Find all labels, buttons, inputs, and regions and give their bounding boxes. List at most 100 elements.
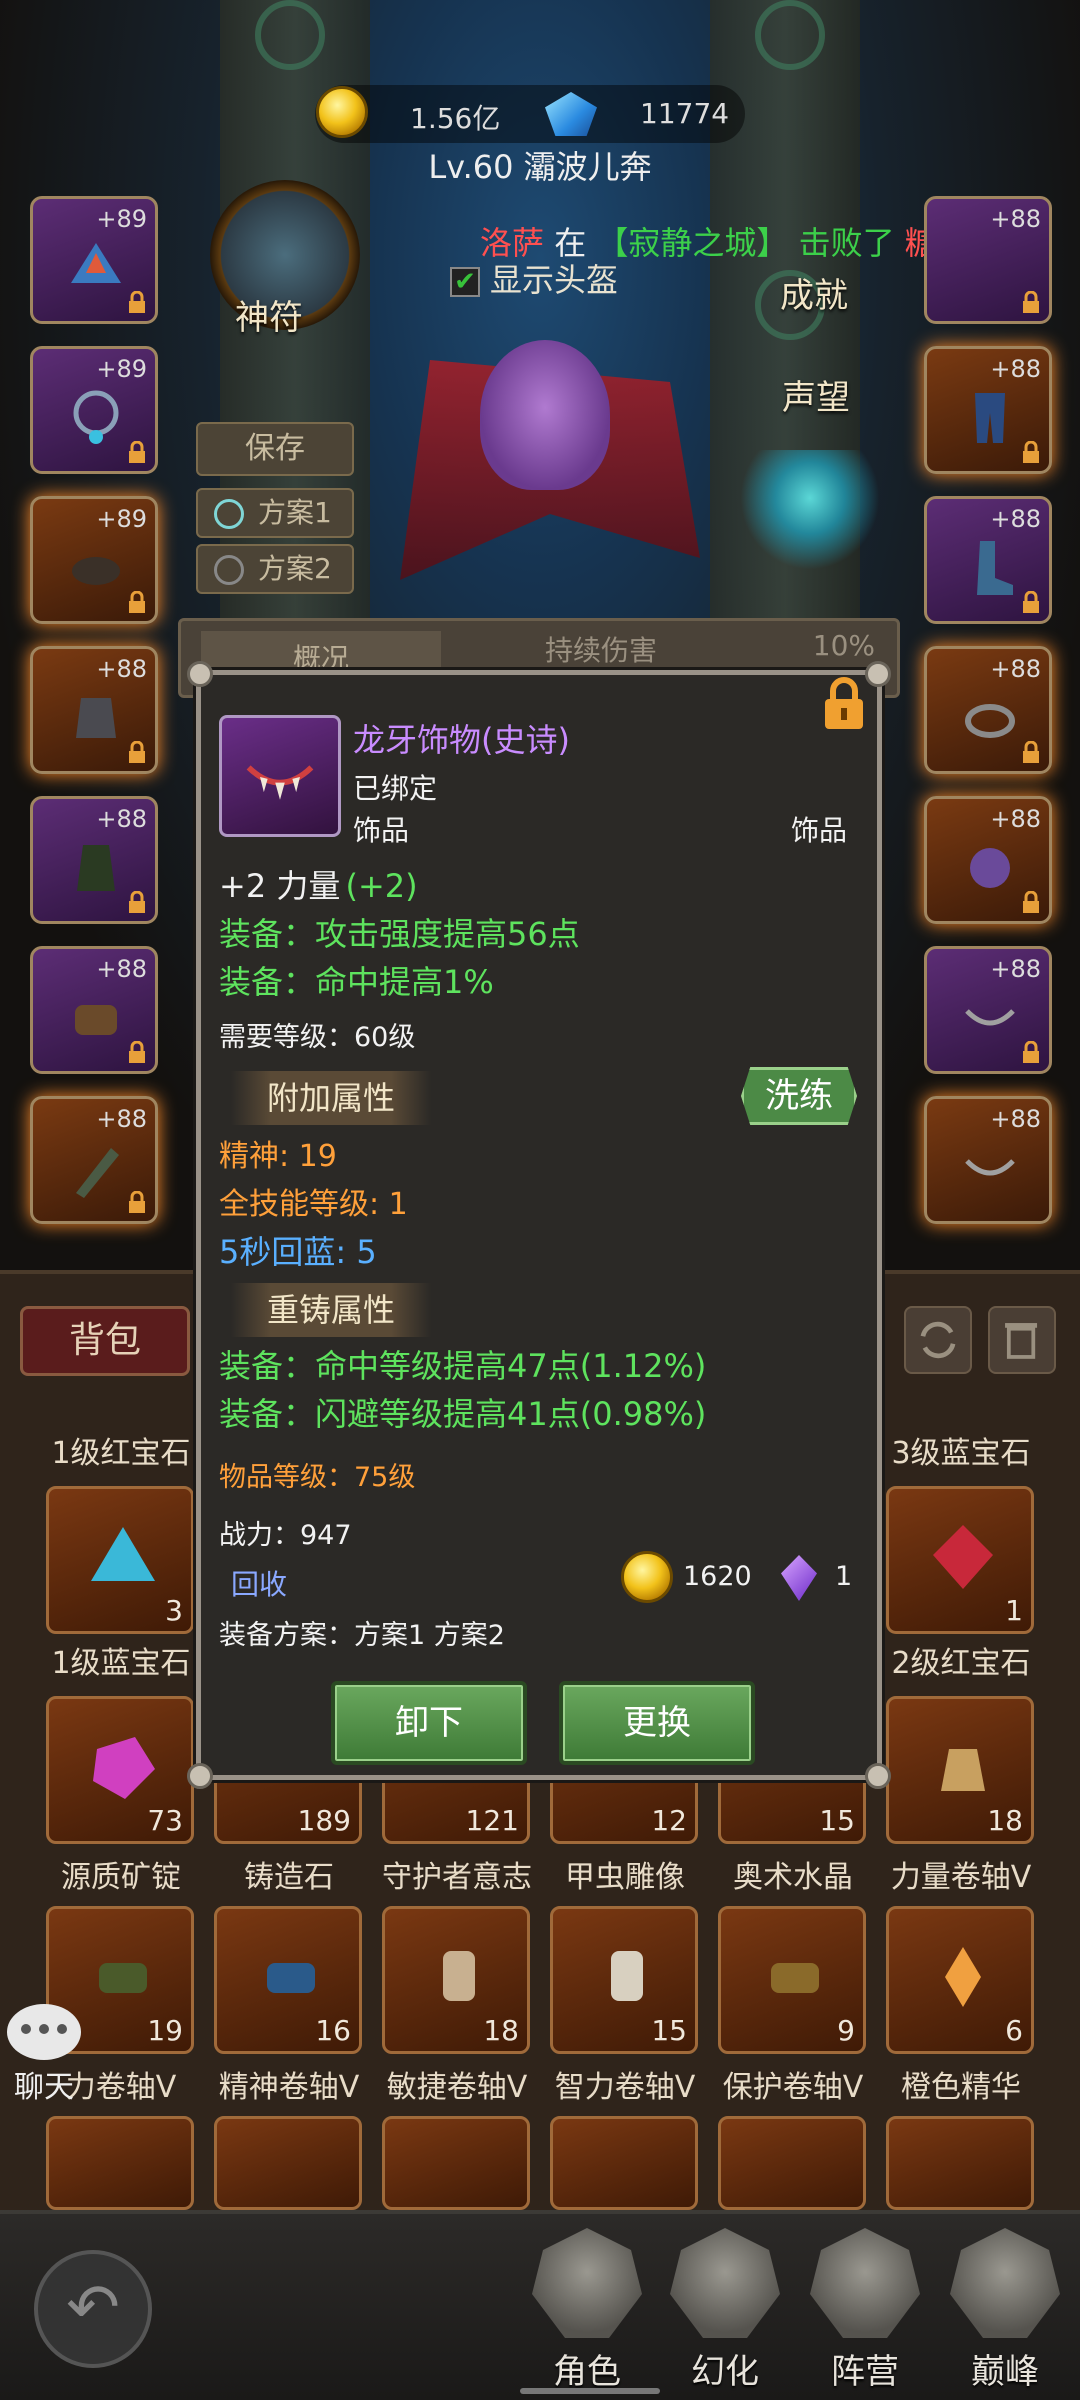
- nav-tab-faction[interactable]: 阵营: [800, 2228, 930, 2398]
- equip-slot-cloak[interactable]: +88: [30, 796, 158, 924]
- ruby-icon: [933, 1525, 993, 1589]
- broadcast-action: 击败了: [798, 224, 895, 262]
- blue-flame-brazier: [740, 450, 880, 570]
- equip-slot-ring[interactable]: +88: [924, 196, 1052, 324]
- equip-slot-weapon[interactable]: +88: [30, 1096, 158, 1224]
- inventory-item[interactable]: [718, 2116, 866, 2210]
- sell-price-gem: 1: [835, 1561, 853, 1592]
- achievement-button[interactable]: 成就: [780, 268, 848, 317]
- equip-slot-boots[interactable]: +88: [924, 496, 1052, 624]
- item-count: 1: [1005, 1594, 1023, 1627]
- show-helmet-toggle[interactable]: ✔ 显示头盔: [450, 255, 618, 301]
- inventory-item[interactable]: 1: [886, 1486, 1034, 1634]
- nav-tab-label: 角色: [553, 2352, 621, 2392]
- dot-damage-value: 10%: [812, 629, 875, 662]
- chat-bubble-icon: [7, 2004, 81, 2060]
- item-count: 189: [297, 1804, 351, 1837]
- enhance-level: +89: [96, 205, 147, 233]
- equip-slot-helmet[interactable]: +89: [30, 196, 158, 324]
- base-stat-bonus: (+2): [345, 867, 418, 905]
- fang-necklace-icon: [965, 1159, 1015, 1176]
- item-detail-popup: 龙牙饰物(史诗) 已绑定 饰品 饰品 +2 力量 (+2) 装备：攻击强度提高5…: [187, 661, 891, 1789]
- inventory-item[interactable]: 3: [46, 1486, 194, 1634]
- equip-slot-necklace[interactable]: +89: [30, 346, 158, 474]
- equip-slot-trinket[interactable]: +88: [924, 796, 1052, 924]
- item-label: 保护卷轴V: [722, 2070, 864, 2105]
- item-label: 2级红宝石: [891, 1646, 1031, 1681]
- equip-slot-ring2[interactable]: +88: [924, 646, 1052, 774]
- inventory-item[interactable]: [382, 2116, 530, 2210]
- nav-tab-peak[interactable]: 巅峰: [940, 2228, 1070, 2398]
- item-count: 3: [165, 1594, 183, 1627]
- reputation-button[interactable]: 声望: [782, 370, 850, 419]
- gold-coin-icon: [316, 86, 368, 138]
- fang-necklace-icon: [965, 1009, 1015, 1026]
- rune-label[interactable]: 神符: [235, 290, 303, 339]
- trash-button[interactable]: [988, 1306, 1056, 1374]
- item-count: 18: [483, 2014, 519, 2047]
- equip-slot-fang-trinket[interactable]: +88: [924, 946, 1052, 1074]
- item-count: 15: [651, 2014, 687, 2047]
- bag-tab[interactable]: 背包: [20, 1306, 190, 1376]
- inventory-item[interactable]: 6: [886, 1906, 1034, 2054]
- purple-gem-icon: [781, 1555, 817, 1601]
- base-stat-value: +2 力量: [219, 867, 341, 905]
- inventory-item[interactable]: 73: [46, 1696, 194, 1844]
- inventory-item[interactable]: 18: [886, 1696, 1034, 1844]
- scroll-icon: [443, 1951, 475, 2001]
- inventory-item[interactable]: [550, 2116, 698, 2210]
- plan1-label: 方案1: [258, 496, 332, 529]
- equip-slot-shoulder[interactable]: +89: [30, 496, 158, 624]
- scroll-bag-icon: [941, 1749, 985, 1791]
- recycle-link[interactable]: 回收: [231, 1563, 287, 1603]
- item-label: 铸造石: [244, 1860, 334, 1895]
- nav-tab-character[interactable]: 角色: [522, 2228, 652, 2398]
- equip-slot-bracer[interactable]: +88: [30, 946, 158, 1074]
- corner-ornament: [865, 1763, 891, 1789]
- plan2-button[interactable]: 方案2: [196, 544, 354, 594]
- scroll-icon: [611, 1951, 643, 2001]
- equip-slot-chest[interactable]: +88: [30, 646, 158, 774]
- save-button[interactable]: 保存: [196, 422, 354, 476]
- back-button[interactable]: ↶: [34, 2250, 152, 2368]
- chat-label: 聊天: [14, 2070, 74, 2105]
- nav-tab-transmog[interactable]: 幻化: [660, 2228, 790, 2398]
- chat-button[interactable]: 聊天: [4, 2004, 84, 2105]
- item-count: 16: [315, 2014, 351, 2047]
- extra-stat: 精神: 19: [219, 1139, 337, 1174]
- faction-banner-icon: [810, 2228, 920, 2338]
- plan1-button[interactable]: 方案1: [196, 488, 354, 538]
- item-label: 甲虫雕像: [565, 1860, 685, 1895]
- reforge-stat: 装备：闪避等级提高41点(0.98%): [219, 1395, 707, 1433]
- weapon-icon: [76, 1148, 119, 1198]
- enhance-level: +88: [990, 955, 1041, 983]
- inventory-item[interactable]: 9: [718, 1906, 866, 2054]
- check-icon[interactable]: ✔: [450, 267, 480, 297]
- helmet-icon: [71, 243, 121, 283]
- inventory-item[interactable]: [214, 2116, 362, 2210]
- item-label: 1级蓝宝石: [51, 1646, 191, 1681]
- item-count: 9: [837, 2014, 855, 2047]
- unequip-button[interactable]: 卸下: [331, 1681, 527, 1765]
- inventory-item[interactable]: 15: [550, 1906, 698, 2054]
- inventory-item[interactable]: 16: [214, 1906, 362, 2054]
- replace-button[interactable]: 更换: [559, 1681, 755, 1765]
- hero-character: [380, 320, 720, 620]
- reroll-button[interactable]: 洗练: [741, 1067, 857, 1125]
- inventory-item[interactable]: 18: [382, 1906, 530, 2054]
- item-label: 智力卷轴V: [554, 2070, 696, 2105]
- equip-slot-legs[interactable]: +88: [924, 346, 1052, 474]
- inventory-item[interactable]: [886, 2116, 1034, 2210]
- enhance-level: +88: [990, 505, 1041, 533]
- refresh-button[interactable]: [904, 1306, 972, 1374]
- reforge-attributes-title: 重铸属性: [231, 1283, 431, 1337]
- lock-icon: [129, 441, 145, 463]
- lock-icon[interactable]: [821, 677, 867, 731]
- inventory-item[interactable]: [46, 2116, 194, 2210]
- radio-icon: [214, 499, 244, 529]
- equip-slot-fang-trinket2[interactable]: +88: [924, 1096, 1052, 1224]
- broadcast-location: 【寂静之城】: [596, 224, 789, 262]
- ore-icon: [93, 1737, 155, 1799]
- item-label: 敏捷卷轴V: [386, 2070, 528, 2105]
- enhance-level: +89: [96, 355, 147, 383]
